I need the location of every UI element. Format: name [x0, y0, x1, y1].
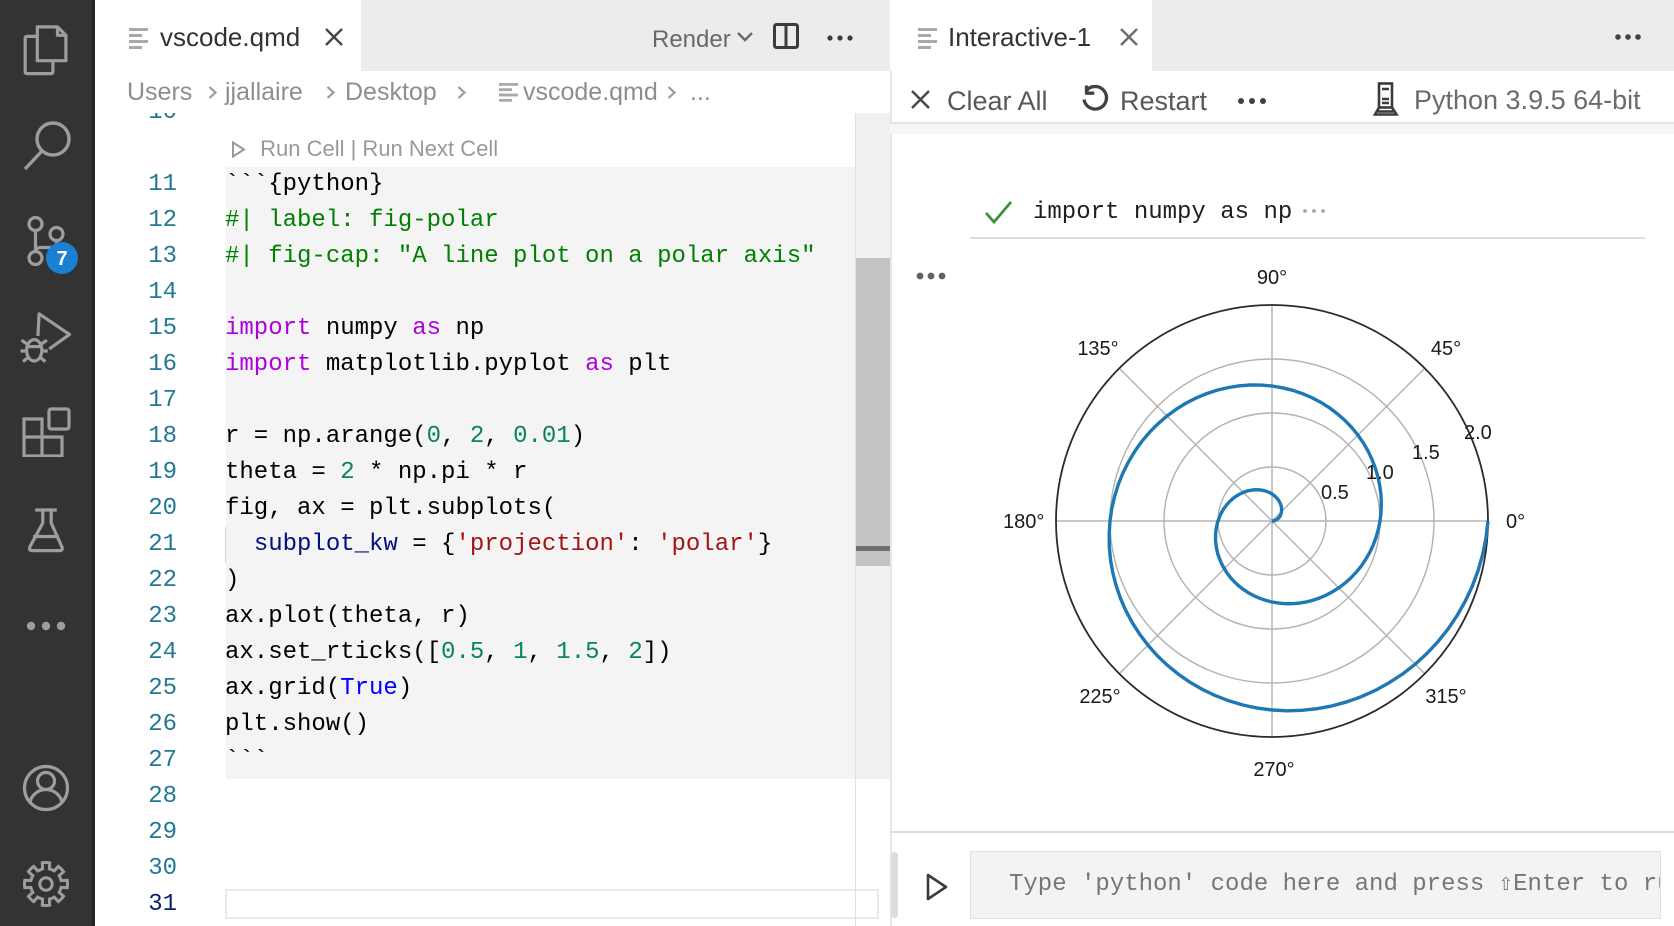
svg-text:2.0: 2.0 [1464, 422, 1492, 444]
svg-text:135°: 135° [1077, 338, 1118, 360]
svg-text:315°: 315° [1425, 686, 1466, 708]
svg-text:1.0: 1.0 [1366, 462, 1394, 484]
svg-text:7: 7 [56, 248, 67, 270]
svg-text:0.5: 0.5 [1321, 482, 1349, 504]
svg-text:90°: 90° [1257, 267, 1287, 289]
svg-text:1.5: 1.5 [1412, 442, 1440, 464]
svg-text:180°: 180° [1003, 511, 1044, 533]
svg-text:225°: 225° [1079, 686, 1120, 708]
svg-text:0°: 0° [1506, 511, 1525, 533]
svg-text:270°: 270° [1253, 759, 1294, 781]
svg-text:45°: 45° [1431, 338, 1461, 360]
